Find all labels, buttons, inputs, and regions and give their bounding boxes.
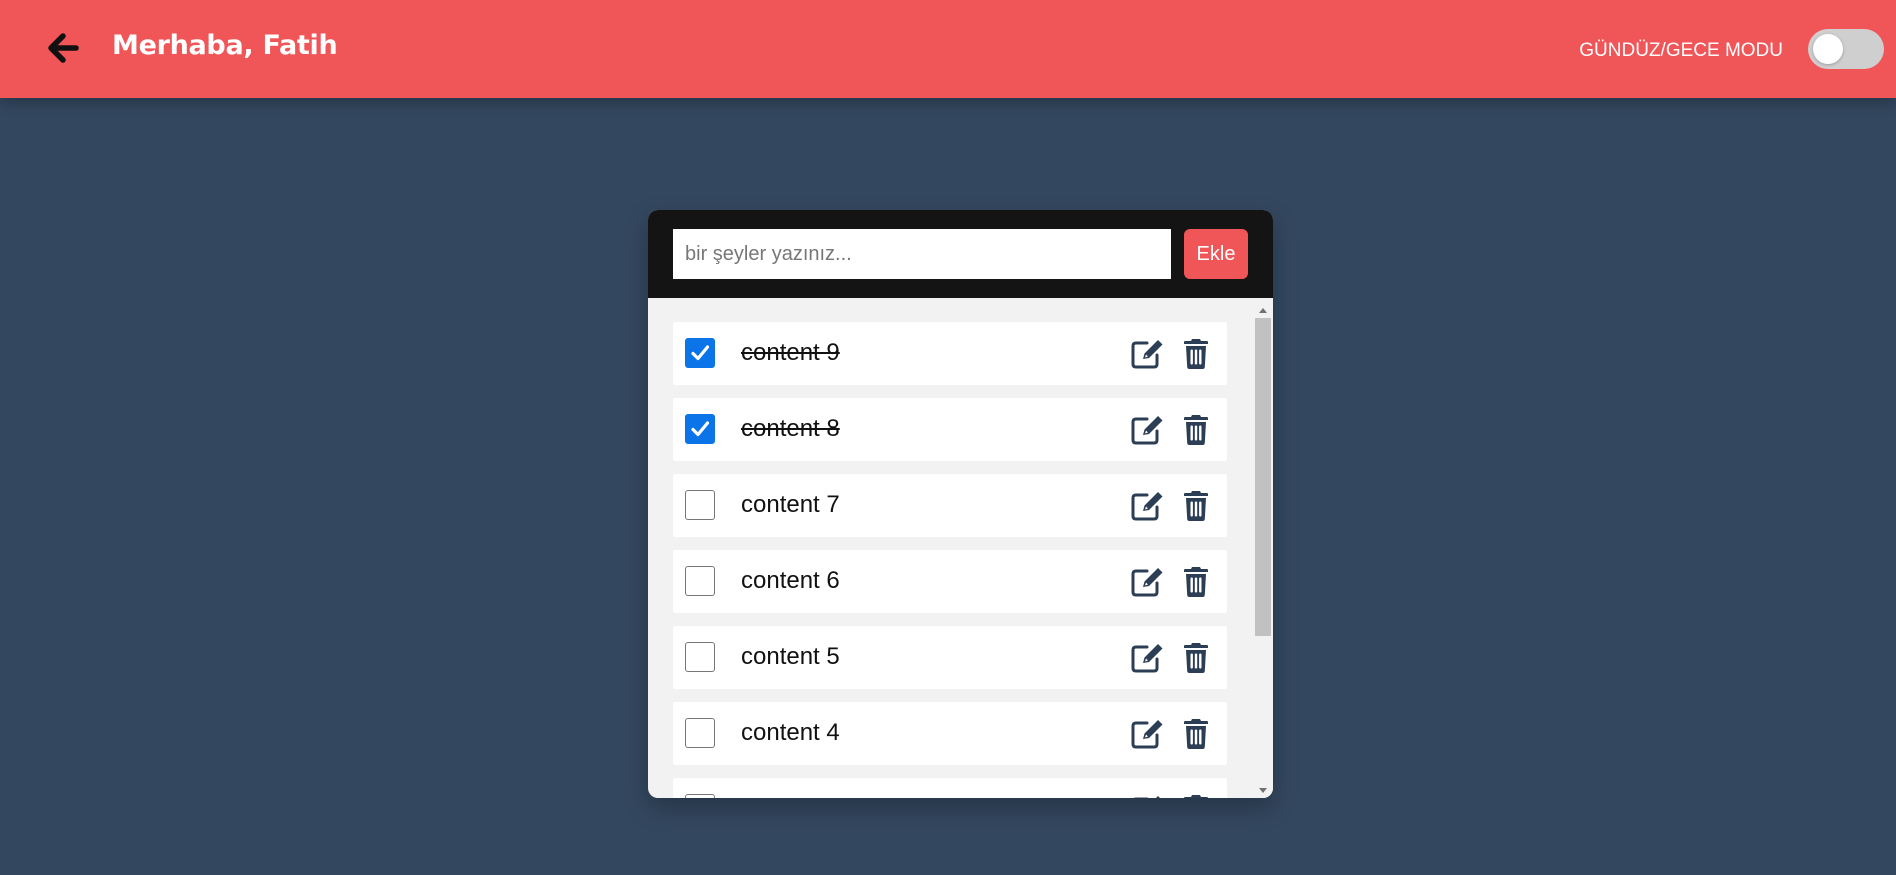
delete-button[interactable] xyxy=(1183,640,1209,674)
toggle-knob xyxy=(1813,34,1843,64)
todo-text: content 7 xyxy=(741,491,840,518)
delete-button[interactable] xyxy=(1183,792,1209,798)
edit-icon xyxy=(1131,720,1163,749)
delete-button[interactable] xyxy=(1183,716,1209,750)
edit-icon xyxy=(1131,568,1163,597)
todo-checkbox[interactable] xyxy=(685,490,715,520)
delete-button[interactable] xyxy=(1183,412,1209,446)
trash-icon xyxy=(1184,567,1208,597)
todo-checkbox[interactable] xyxy=(685,794,715,798)
todo-checkbox[interactable] xyxy=(685,414,715,444)
trash-icon xyxy=(1184,339,1208,369)
todo-item: content 5 xyxy=(673,626,1227,689)
todo-text: content 8 xyxy=(741,415,840,442)
theme-toggle[interactable] xyxy=(1808,29,1884,69)
edit-icon xyxy=(1131,492,1163,521)
edit-button[interactable] xyxy=(1130,642,1166,674)
arrow-left-icon xyxy=(48,33,79,63)
edit-button[interactable] xyxy=(1130,414,1166,446)
todo-text: content 9 xyxy=(741,339,840,366)
trash-icon xyxy=(1184,491,1208,521)
todo-input-bar: Ekle xyxy=(648,210,1273,298)
edit-button[interactable] xyxy=(1130,566,1166,598)
trash-icon xyxy=(1184,643,1208,673)
todo-checkbox[interactable] xyxy=(685,642,715,672)
top-bar: Merhaba, Fatih GÜNDÜZ/GECE MODU xyxy=(0,0,1896,98)
trash-icon xyxy=(1184,719,1208,749)
trash-icon xyxy=(1184,795,1208,798)
scroll-down-arrow[interactable] xyxy=(1259,788,1267,793)
todo-item: content 7 xyxy=(673,474,1227,537)
todo-item xyxy=(673,778,1227,798)
todo-item: content 6 xyxy=(673,550,1227,613)
todo-text: content 4 xyxy=(741,719,840,746)
checkmark-icon xyxy=(691,421,710,437)
todo-list: content 9 content 8 content 7 content 6 cont… xyxy=(648,298,1273,798)
theme-mode-label: GÜNDÜZ/GECE MODU xyxy=(1579,40,1783,61)
delete-button[interactable] xyxy=(1183,564,1209,598)
edit-button[interactable] xyxy=(1130,338,1166,370)
checkmark-icon xyxy=(691,345,710,361)
todo-item: content 4 xyxy=(673,702,1227,765)
edit-button[interactable] xyxy=(1130,718,1166,750)
scroll-thumb[interactable] xyxy=(1255,318,1271,636)
todo-checkbox[interactable] xyxy=(685,566,715,596)
edit-icon xyxy=(1131,340,1163,369)
page-title: Merhaba, Fatih xyxy=(112,30,338,61)
add-button[interactable]: Ekle xyxy=(1184,229,1248,279)
todo-text: content 5 xyxy=(741,643,840,670)
todo-checkbox[interactable] xyxy=(685,338,715,368)
delete-button[interactable] xyxy=(1183,336,1209,370)
edit-icon xyxy=(1133,796,1160,798)
edit-icon xyxy=(1131,644,1163,673)
scroll-up-arrow[interactable] xyxy=(1259,308,1267,313)
todo-item: content 8 xyxy=(673,398,1227,461)
edit-button[interactable] xyxy=(1130,490,1166,522)
edit-icon xyxy=(1131,416,1163,445)
todo-text: content 6 xyxy=(741,567,840,594)
todo-input[interactable] xyxy=(673,229,1171,279)
scrollbar[interactable] xyxy=(1253,304,1273,798)
todo-checkbox[interactable] xyxy=(685,718,715,748)
trash-icon xyxy=(1184,415,1208,445)
back-button[interactable] xyxy=(44,28,84,68)
todo-item: content 9 xyxy=(673,322,1227,385)
edit-button[interactable] xyxy=(1130,794,1166,798)
todo-card: Ekle content 9content 8content 7content … xyxy=(648,210,1273,798)
delete-button[interactable] xyxy=(1183,488,1209,522)
